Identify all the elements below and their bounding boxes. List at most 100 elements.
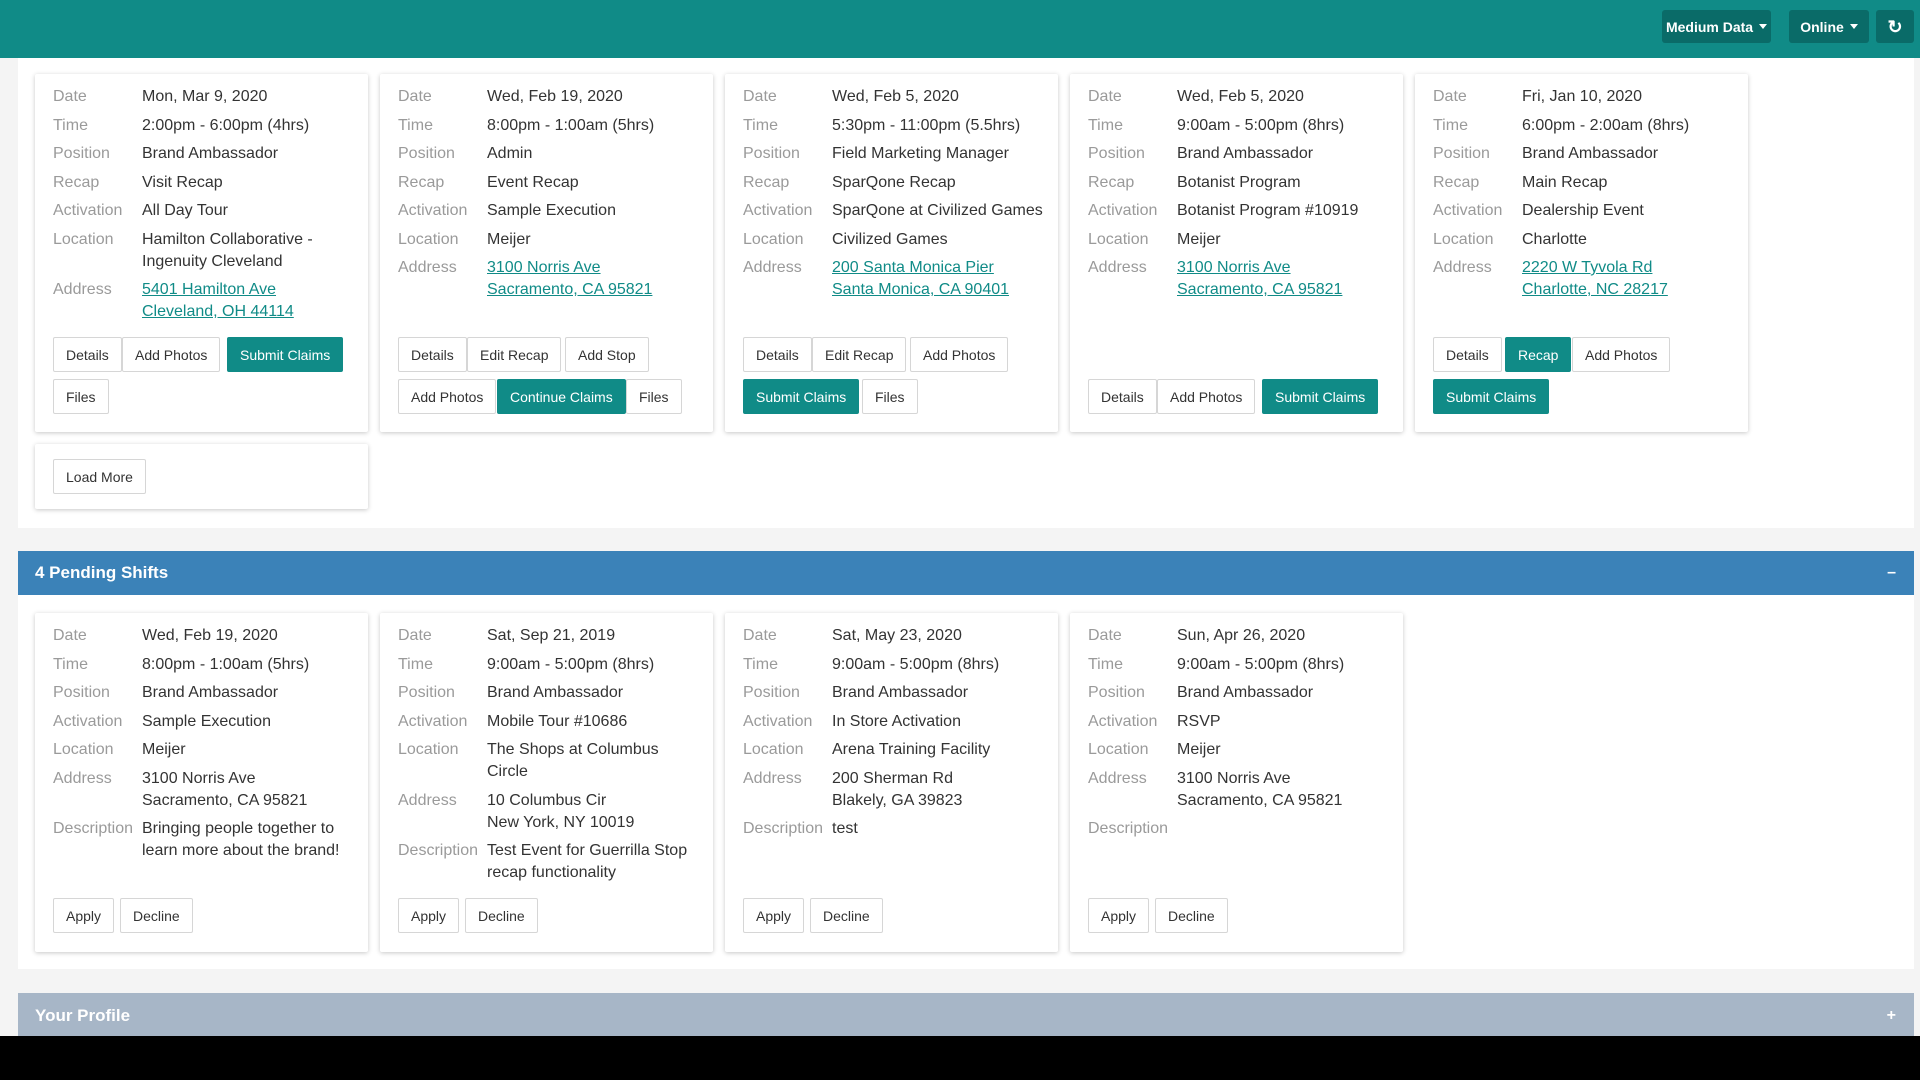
- edit-recap-button[interactable]: Edit Recap: [812, 337, 907, 372]
- refresh-button[interactable]: ↻: [1876, 10, 1914, 43]
- add-photos-button[interactable]: Add Photos: [122, 337, 221, 372]
- apply-button[interactable]: Apply: [53, 898, 115, 933]
- address-link[interactable]: 2220 W Tyvola Rd Charlotte, NC 28217: [1522, 257, 1738, 301]
- activation-value: In Store Activation: [832, 712, 961, 730]
- apply-button[interactable]: Apply: [1088, 898, 1150, 933]
- files-button[interactable]: Files: [626, 379, 682, 414]
- position-label: Position: [743, 684, 800, 701]
- recap-value: Botanist Program: [1177, 173, 1301, 191]
- activation-value: RSVP: [1177, 712, 1221, 730]
- description-value: Bringing people together to learn more a…: [142, 820, 340, 859]
- location-label: Location: [398, 741, 459, 758]
- pending-shifts-section: Date Wed, Feb 19, 2020 Time 8:00pm - 1:00a…: [18, 595, 1914, 969]
- shift-details: Date Sat, May 23, 2020 Time 9:00am - 5:00p…: [743, 625, 1048, 847]
- continue-claims-button[interactable]: Continue Claims: [497, 379, 626, 414]
- pending-shift-card: Date Sun, Apr 26, 2020 Time 9:00am - 5:00p…: [1070, 613, 1403, 952]
- address-value: 10 Columbus Cir New York, NY 10019: [487, 791, 635, 831]
- edit-recap-button[interactable]: Edit Recap: [467, 337, 562, 372]
- position-label: Position: [1088, 684, 1145, 701]
- submit-claims-button[interactable]: Submit Claims: [1262, 379, 1379, 414]
- add-photos-button[interactable]: Add Photos: [1572, 337, 1671, 372]
- location-value: Hamilton Collaborative - Ingenuity Cleve…: [142, 230, 313, 270]
- decline-button[interactable]: Decline: [120, 898, 193, 933]
- decline-button[interactable]: Decline: [465, 898, 538, 933]
- add-photos-button[interactable]: Add Photos: [1157, 379, 1256, 414]
- time-label: Time: [398, 655, 433, 673]
- shift-card: Date Wed, Feb 5, 2020 Time 5:30pm - 11:00p…: [725, 74, 1058, 432]
- address-label: Address: [1433, 259, 1492, 276]
- date-value: Fri, Jan 10, 2020: [1522, 88, 1643, 105]
- apply-button[interactable]: Apply: [743, 898, 805, 933]
- load-more-button[interactable]: Load More: [53, 459, 146, 494]
- date-label: Date: [53, 88, 87, 105]
- files-button[interactable]: Files: [862, 379, 918, 414]
- activation-label: Activation: [1088, 202, 1158, 219]
- activation-value: Sample Execution: [487, 202, 616, 219]
- shift-card: Date Fri, Jan 10, 2020 Time 6:00pm - 2:00a…: [1415, 74, 1748, 432]
- expand-icon[interactable]: +: [1887, 1007, 1896, 1025]
- details-button[interactable]: Details: [1088, 379, 1157, 414]
- activation-label: Activation: [1433, 202, 1503, 219]
- date-label: Date: [743, 627, 777, 644]
- data-mode-dropdown[interactable]: Medium Data: [1662, 10, 1771, 43]
- time-value: 8:00pm - 1:00am (5hrs): [487, 116, 655, 134]
- location-label: Location: [743, 741, 804, 758]
- apply-button[interactable]: Apply: [398, 898, 460, 933]
- location-value: Charlotte: [1522, 230, 1587, 248]
- time-label: Time: [743, 655, 778, 673]
- address-link[interactable]: 5401 Hamilton Ave Cleveland, OH 44114: [142, 279, 358, 323]
- submit-claims-button[interactable]: Submit Claims: [1433, 379, 1550, 414]
- location-label: Location: [398, 230, 459, 248]
- activation-label: Activation: [398, 202, 468, 219]
- submit-claims-button[interactable]: Submit Claims: [743, 379, 860, 414]
- location-label: Location: [1088, 230, 1149, 248]
- online-status-dropdown[interactable]: Online: [1789, 10, 1869, 43]
- submit-claims-button[interactable]: Submit Claims: [227, 337, 344, 372]
- details-button[interactable]: Details: [1433, 337, 1502, 372]
- activation-value: Botanist Program #10919: [1177, 202, 1359, 219]
- location-value: Arena Training Facility: [832, 741, 991, 758]
- position-value: Brand Ambassador: [142, 684, 279, 701]
- address-link[interactable]: 3100 Norris Ave Sacramento, CA 95821: [487, 257, 703, 301]
- position-value: Brand Ambassador: [832, 684, 969, 701]
- add-stop-button[interactable]: Add Stop: [565, 337, 649, 372]
- position-label: Position: [53, 145, 110, 162]
- your-profile-header[interactable]: Your Profile +: [18, 993, 1914, 1036]
- your-profile-title: Your Profile: [35, 1006, 131, 1025]
- location-label: Location: [1433, 230, 1494, 248]
- shift-details: Date Mon, Mar 9, 2020 Time 2:00pm - 6:00pm…: [53, 86, 358, 330]
- location-value: Meijer: [142, 741, 186, 758]
- top-bar: Medium Data Online ↻: [0, 0, 1920, 58]
- add-photos-button[interactable]: Add Photos: [398, 379, 497, 414]
- recap-button[interactable]: Recap: [1505, 337, 1572, 372]
- collapse-icon[interactable]: –: [1887, 564, 1896, 582]
- files-button[interactable]: Files: [53, 379, 109, 414]
- details-button[interactable]: Details: [743, 337, 812, 372]
- data-mode-label: Medium Data: [1665, 18, 1754, 35]
- details-button[interactable]: Details: [53, 337, 122, 372]
- address-link[interactable]: 200 Santa Monica Pier Santa Monica, CA 9…: [832, 257, 1048, 301]
- address-label: Address: [53, 769, 112, 787]
- description-label: Description: [1088, 820, 1169, 837]
- date-value: Sun, Apr 26, 2020: [1177, 627, 1306, 644]
- online-status-label: Online: [1800, 18, 1844, 35]
- decline-button[interactable]: Decline: [1155, 898, 1228, 933]
- recap-label: Recap: [398, 173, 445, 191]
- location-value: Meijer: [1177, 741, 1221, 758]
- add-photos-button[interactable]: Add Photos: [910, 337, 1009, 372]
- details-button[interactable]: Details: [398, 337, 467, 372]
- shift-details: Date Wed, Feb 19, 2020 Time 8:00pm - 1:00a…: [53, 625, 358, 869]
- position-value: Brand Ambassador: [487, 684, 624, 701]
- shift-details: Date Fri, Jan 10, 2020 Time 6:00pm - 2:00a…: [1433, 86, 1738, 308]
- address-value: 3100 Norris Ave Sacramento, CA 95821: [1177, 769, 1343, 809]
- address-link[interactable]: 3100 Norris Ave Sacramento, CA 95821: [1177, 257, 1393, 301]
- decline-button[interactable]: Decline: [810, 898, 883, 933]
- shift-card: Date Wed, Feb 5, 2020 Time 9:00am - 5:00pm…: [1070, 74, 1403, 432]
- recap-label: Recap: [1433, 173, 1480, 191]
- pending-shifts-header[interactable]: 4 Pending Shifts –: [18, 551, 1914, 595]
- time-value: 9:00am - 5:00pm (8hrs): [832, 655, 1000, 673]
- address-label: Address: [1088, 259, 1147, 276]
- time-value: 9:00am - 5:00pm (8hrs): [1177, 655, 1345, 673]
- activation-value: SparQone at Civilized Games: [832, 202, 1043, 219]
- position-label: Position: [398, 145, 455, 162]
